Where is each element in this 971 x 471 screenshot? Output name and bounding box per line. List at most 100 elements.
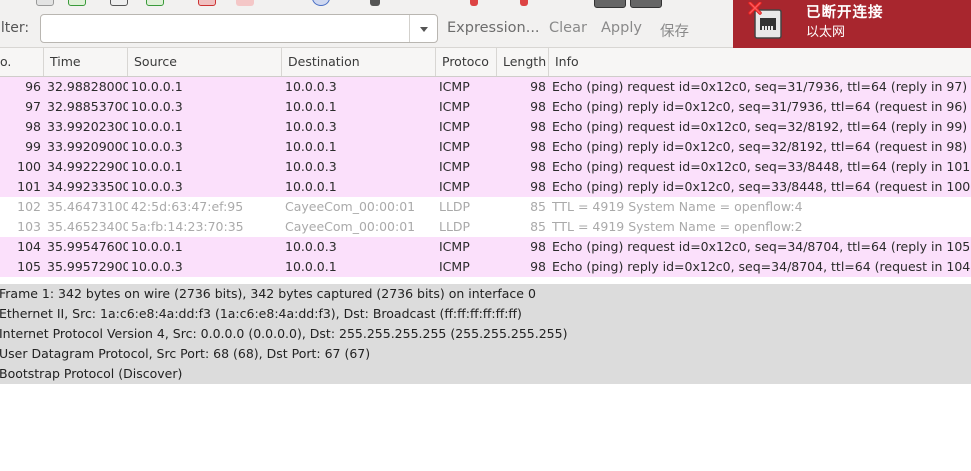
packet-time: 32.988537000 xyxy=(47,99,128,114)
packet-source: 42:5d:63:47:ef:95 xyxy=(131,199,244,214)
filter-dropdown-button[interactable] xyxy=(409,15,437,42)
packet-protocol: ICMP xyxy=(439,239,470,254)
packet-info: TTL = 4919 System Name = openflow:4 xyxy=(552,199,803,214)
toolbar-find-icon[interactable] xyxy=(312,0,330,6)
packet-info: Echo (ping) request id=0x12c0, seq=32/81… xyxy=(552,119,968,134)
toolbar-save-icon[interactable] xyxy=(110,0,128,6)
toolbar-resize-icon[interactable] xyxy=(630,0,662,8)
apply-button[interactable]: Apply xyxy=(601,20,642,36)
packet-no: 103 xyxy=(17,219,41,234)
packet-destination: 10.0.0.3 xyxy=(285,119,337,134)
packet-info: Echo (ping) reply id=0x12c0, seq=31/7936… xyxy=(552,99,968,114)
packet-no: 102 xyxy=(17,199,41,214)
notification-subtitle: 以太网 xyxy=(806,25,846,40)
table-row[interactable]: 104 35.995476000 10.0.0.1 10.0.0.3 ICMP … xyxy=(0,237,971,257)
packet-protocol: ICMP xyxy=(439,179,470,194)
packet-time: 35.995476000 xyxy=(47,239,128,254)
packet-source: 10.0.0.1 xyxy=(131,119,183,134)
table-row[interactable]: 99 33.992090000 10.0.0.3 10.0.0.1 ICMP 9… xyxy=(0,137,971,157)
toolbar-zoom-icon[interactable] xyxy=(594,0,626,8)
packet-protocol: ICMP xyxy=(439,99,470,114)
chevron-down-icon xyxy=(419,26,428,32)
packet-destination: CayeeCom_00:00:01 xyxy=(285,199,416,214)
packet-destination: 10.0.0.1 xyxy=(285,259,337,274)
toolbar-close-icon[interactable] xyxy=(198,0,216,6)
detail-bootp[interactable]: Bootstrap Protocol (Discover) xyxy=(0,364,182,384)
packet-length: 98 xyxy=(530,99,546,114)
table-row[interactable]: 100 34.992229000 10.0.0.1 10.0.0.3 ICMP … xyxy=(0,157,971,177)
packet-info: Echo (ping) request id=0x12c0, seq=34/87… xyxy=(552,239,971,254)
save-button[interactable]: 保存 xyxy=(660,20,689,41)
packet-time: 33.992023000 xyxy=(47,119,128,134)
toolbar-circle-icon[interactable] xyxy=(36,0,54,6)
packet-no: 98 xyxy=(25,119,41,134)
packet-protocol: LLDP xyxy=(439,199,471,214)
packet-length: 98 xyxy=(530,239,546,254)
packet-length: 98 xyxy=(530,179,546,194)
detail-udp[interactable]: User Datagram Protocol, Src Port: 68 (68… xyxy=(0,344,370,364)
packet-list-header: o. Time Source Destination Protoco Lengt… xyxy=(0,48,971,77)
packet-info: Echo (ping) reply id=0x12c0, seq=33/8448… xyxy=(552,179,971,194)
packet-destination: 10.0.0.3 xyxy=(285,239,337,254)
packet-protocol: ICMP xyxy=(439,159,470,174)
packet-info: Echo (ping) request id=0x12c0, seq=31/79… xyxy=(552,79,968,94)
table-row[interactable]: 101 34.992335000 10.0.0.3 10.0.0.1 ICMP … xyxy=(0,177,971,197)
packet-destination: 10.0.0.3 xyxy=(285,159,337,174)
packet-protocol: ICMP xyxy=(439,139,470,154)
table-row[interactable]: 96 32.988280000 10.0.0.1 10.0.0.3 ICMP 9… xyxy=(0,77,971,97)
toolbar-reload-icon[interactable] xyxy=(146,0,164,6)
table-row[interactable]: 103 35.465234000 5a:fb:14:23:70:35 Cayee… xyxy=(0,217,971,237)
toolbar-color2-icon[interactable] xyxy=(520,0,528,6)
packet-protocol: ICMP xyxy=(439,79,470,94)
expression-button[interactable]: Expression... xyxy=(447,20,540,36)
toolbar-stop-icon[interactable] xyxy=(236,0,254,6)
packet-destination: 10.0.0.1 xyxy=(285,179,337,194)
packet-source: 10.0.0.1 xyxy=(131,239,183,254)
detail-ipv4[interactable]: Internet Protocol Version 4, Src: 0.0.0.… xyxy=(0,324,567,344)
packet-time: 35.995729000 xyxy=(47,259,128,274)
packet-time: 33.992090000 xyxy=(47,139,128,154)
clear-button[interactable]: Clear xyxy=(549,20,587,36)
toolbar-color-icon[interactable] xyxy=(470,0,478,6)
detail-frame[interactable]: Frame 1: 342 bytes on wire (2736 bits), … xyxy=(0,284,536,304)
table-row[interactable]: 98 33.992023000 10.0.0.1 10.0.0.3 ICMP 9… xyxy=(0,117,971,137)
packet-source: 5a:fb:14:23:70:35 xyxy=(131,219,244,234)
packet-length: 98 xyxy=(530,159,546,174)
packet-time: 32.988280000 xyxy=(47,79,128,94)
column-header-time[interactable]: Time xyxy=(44,48,128,76)
packet-no: 101 xyxy=(17,179,41,194)
packet-destination: CayeeCom_00:00:01 xyxy=(285,219,416,234)
packet-source: 10.0.0.3 xyxy=(131,179,183,194)
column-header-protocol[interactable]: Protoco xyxy=(436,48,497,76)
packet-time: 34.992335000 xyxy=(47,179,128,194)
packet-info: Echo (ping) reply id=0x12c0, seq=32/8192… xyxy=(552,139,968,154)
packet-info: Echo (ping) reply id=0x12c0, seq=34/8704… xyxy=(552,259,971,274)
packet-no: 99 xyxy=(25,139,41,154)
packet-length: 98 xyxy=(530,139,546,154)
packet-length: 85 xyxy=(530,219,546,234)
packet-protocol: ICMP xyxy=(439,259,470,274)
column-header-info[interactable]: Info xyxy=(549,48,971,76)
toolbar-open-icon[interactable] xyxy=(68,0,86,6)
packet-no: 96 xyxy=(25,79,41,94)
table-row[interactable]: 105 35.995729000 10.0.0.3 10.0.0.1 ICMP … xyxy=(0,257,971,277)
packet-source: 10.0.0.1 xyxy=(131,79,183,94)
packet-no: 97 xyxy=(25,99,41,114)
column-header-no[interactable]: o. xyxy=(0,48,44,76)
packet-no: 105 xyxy=(17,259,41,274)
detail-ethernet[interactable]: Ethernet II, Src: 1a:c6:e8:4a:dd:f3 (1a:… xyxy=(0,304,522,324)
filter-input[interactable] xyxy=(40,14,438,43)
packet-info: Echo (ping) request id=0x12c0, seq=33/84… xyxy=(552,159,971,174)
packet-length: 85 xyxy=(530,199,546,214)
toolbar-back-icon[interactable] xyxy=(370,0,380,6)
packet-destination: 10.0.0.3 xyxy=(285,79,337,94)
column-header-length[interactable]: Length xyxy=(497,48,549,76)
table-row[interactable]: 97 32.988537000 10.0.0.3 10.0.0.1 ICMP 9… xyxy=(0,97,971,117)
packet-length: 98 xyxy=(530,79,546,94)
table-row[interactable]: 102 35.464731000 42:5d:63:47:ef:95 Cayee… xyxy=(0,197,971,217)
packet-protocol: ICMP xyxy=(439,119,470,134)
column-header-destination[interactable]: Destination xyxy=(282,48,436,76)
filter-label: ilter: xyxy=(0,20,30,36)
column-header-source[interactable]: Source xyxy=(128,48,282,76)
notification-title: 已断开连接 xyxy=(806,5,884,21)
